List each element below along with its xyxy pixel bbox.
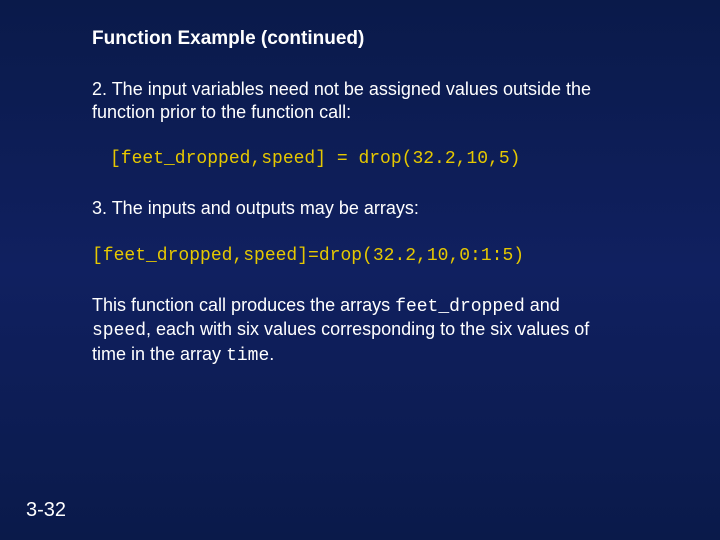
inline-code-time: time (226, 346, 269, 366)
slide-number: 3-32 (26, 499, 66, 522)
slide-content: Function Example (continued) 2. The inpu… (0, 0, 600, 367)
para3-text-c: and (525, 295, 560, 315)
code-line-1: [feet_dropped,speed] = drop(32.2,10,5) (92, 149, 600, 169)
para3-text-e: , each with six values corresponding to … (92, 319, 589, 364)
slide-title: Function Example (continued) (92, 28, 600, 50)
code-line-2: [feet_dropped,speed]=drop(32.2,10,0:1:5) (92, 246, 600, 266)
paragraph-2: 3. The inputs and outputs may be arrays: (92, 197, 600, 220)
inline-code-speed: speed (92, 321, 146, 341)
para3-text-a: This function call produces the arrays (92, 295, 395, 315)
paragraph-1: 2. The input variables need not be assig… (92, 78, 600, 123)
para3-text-g: . (269, 344, 274, 364)
inline-code-feet-dropped: feet_dropped (395, 297, 525, 317)
paragraph-3: This function call produces the arrays f… (92, 294, 600, 368)
